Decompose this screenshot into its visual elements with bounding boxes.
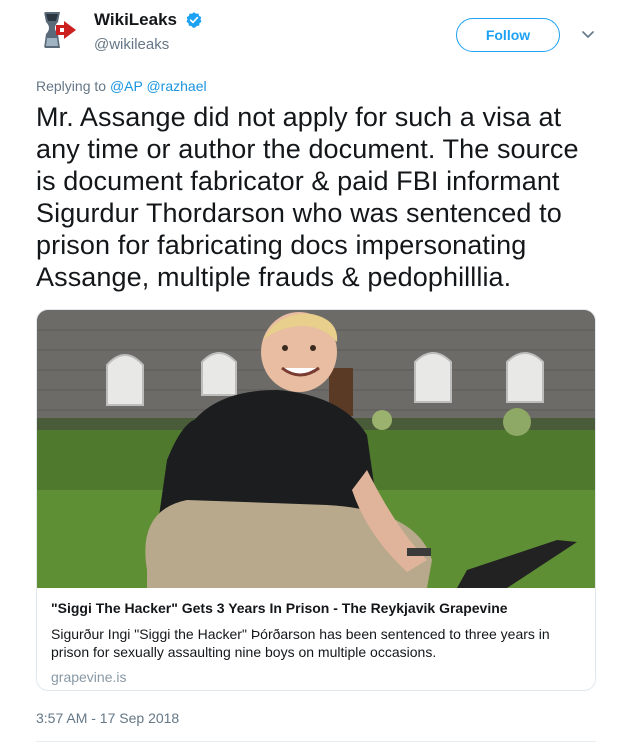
replying-to: Replying to @AP @razhael (36, 78, 207, 94)
tweet-timestamp[interactable]: 3:57 AM - 17 Sep 2018 (36, 710, 179, 726)
tweet-line: prison for fabricating docs impersonatin… (36, 230, 527, 260)
mention-link[interactable]: @razhael (146, 78, 206, 94)
card-description-line: prison for sexually assaulting nine boys… (51, 644, 437, 660)
author-block[interactable]: WikiLeaks @wikileaks (94, 10, 203, 53)
divider (36, 741, 596, 742)
card-domain[interactable]: grapevine.is (51, 669, 583, 685)
card-body: "Siggi The Hacker" Gets 3 Years In Priso… (51, 599, 583, 685)
replying-to-label: Replying to (36, 78, 107, 94)
chevron-down-icon[interactable] (580, 26, 596, 42)
tweet-header: WikiLeaks @wikileaks Follow (36, 8, 606, 64)
card-image[interactable] (37, 310, 596, 588)
card-title[interactable]: "Siggi The Hacker" Gets 3 Years In Priso… (51, 599, 583, 617)
tweet-line: is document fabricator & paid FBI inform… (36, 166, 560, 196)
verified-badge-icon (186, 12, 202, 28)
tweet-line: Assange, multiple frauds & pedophilllia. (36, 262, 512, 292)
card-description-line: Sigurður Ingi "Siggi the Hacker" Þórðars… (51, 626, 550, 642)
avatar[interactable] (36, 8, 80, 52)
author-name[interactable]: WikiLeaks (94, 10, 177, 30)
tweet-line: Mr. Assange did not apply for such a vis… (36, 102, 562, 132)
link-card[interactable]: "Siggi The Hacker" Gets 3 Years In Priso… (36, 309, 596, 691)
follow-button[interactable]: Follow (456, 18, 560, 52)
hourglass-logo-icon (36, 8, 80, 52)
mention-link[interactable]: @AP (110, 78, 143, 94)
card-description: Sigurður Ingi "Siggi the Hacker" Þórðars… (51, 625, 583, 661)
tweet-line: Sigurdur Thordarson who was sentenced to (36, 198, 562, 228)
tweet-text: Mr. Assange did not apply for such a vis… (36, 101, 616, 293)
tweet-line: any time or author the document. The sou… (36, 134, 579, 164)
author-handle[interactable]: @wikileaks (94, 36, 203, 53)
